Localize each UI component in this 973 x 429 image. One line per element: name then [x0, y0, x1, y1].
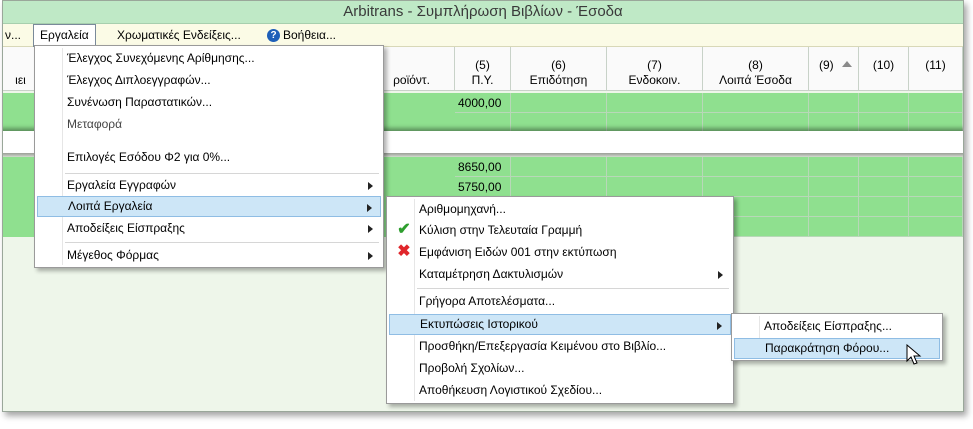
column-header[interactable]: (5) Π.Υ. [455, 47, 511, 91]
menu-item-history-prints[interactable]: Εκτυπώσεις Ιστορικού [389, 314, 731, 335]
menu-item-duplicate-check[interactable]: Έλεγχος Διπλοεγγραφών... [37, 70, 381, 91]
submenu-arrow-icon [718, 271, 723, 279]
window-title: Arbitrans - Συμπλήρωση Βιβλίων - Έσοδα [3, 1, 963, 24]
menu-item-other-tools[interactable]: Λοιπά Εργαλεία [37, 196, 381, 217]
menu-item-calculator[interactable]: Αριθμομηχανή... [389, 199, 731, 220]
column-header[interactable]: (9) [809, 47, 859, 91]
submenu-arrow-icon [368, 225, 373, 233]
menu-item-sequence-check[interactable]: Έλεγχος Συνεχόμενης Αρίθμησης... [37, 48, 381, 69]
cell-py[interactable]: 4000,00 [455, 93, 511, 113]
menu-item-receipt-history[interactable]: Αποδείξεις Είσπραξης... [734, 316, 940, 337]
tools-menu: Έλεγχος Συνεχόμενης Αρίθμησης... Έλεγχος… [34, 45, 384, 268]
menu-item-save-chart-of-accounts[interactable]: Αποθήκευση Λογιστικού Σχεδίου... [389, 380, 731, 401]
mouse-cursor-icon [906, 344, 922, 365]
menu-item-merge-documents[interactable]: Συνένωση Παραστατικών... [37, 92, 381, 113]
submenu-arrow-icon [368, 252, 373, 260]
menu-item-receipts[interactable]: Αποδείξεις Είσπραξης [37, 218, 381, 239]
menu-help[interactable]: ? Βοήθεια... [261, 24, 342, 46]
menu-item-record-tools[interactable]: Εργαλεία Εγγραφών [37, 175, 381, 196]
column-header[interactable]: (11) [909, 47, 963, 91]
checkmark-icon: ✔ [397, 221, 411, 238]
submenu-arrow-icon [367, 204, 372, 212]
menu-help-label: Βοήθεια... [283, 28, 336, 42]
menu-bar: ν... Εργαλεία Χρωματικές Ενδείξεις... ? Β… [3, 24, 963, 47]
column-header[interactable]: (10) [859, 47, 909, 91]
menu-item-f2-options[interactable]: Επιλογές Εσόδου Φ2 για 0%... [37, 147, 381, 168]
menu-tools[interactable]: Εργαλεία [33, 24, 96, 47]
menu-item-transfer[interactable]: Μεταφορά [37, 114, 381, 135]
submenu-arrow-icon [368, 182, 373, 190]
menu-item-show-items-001[interactable]: ✖ Εμφάνιση Ειδών 001 στην εκτύπωση [389, 242, 731, 263]
menu-item-book-text[interactable]: Προσθήκη/Επεξεργασία Κειμένου στο Βιβλίο… [389, 336, 731, 357]
column-header[interactable]: (8) Λοιπά Έσοδα [703, 47, 809, 91]
menu-item-quick-results[interactable]: Γρήγορα Αποτελέσματα... [389, 291, 731, 312]
other-tools-submenu: Αριθμομηχανή... ✔ Κύλιση στην Τελευταία Γ… [386, 196, 734, 404]
menu-item-fingerprint-count[interactable]: Καταμέτρηση Δακτυλισμών [389, 264, 731, 285]
cell-py[interactable]: 8650,00 [455, 157, 511, 177]
sort-ascending-icon [842, 61, 852, 67]
submenu-arrow-icon [717, 322, 722, 330]
menu-item-scroll-last-row[interactable]: ✔ Κύλιση στην Τελευταία Γραμμή [389, 220, 731, 241]
menu-item-view-comments[interactable]: Προβολή Σχολίων... [389, 358, 731, 379]
red-cross-icon: ✖ [397, 243, 411, 260]
menu-item-truncated[interactable]: ν... [3, 24, 27, 46]
menu-item-form-size[interactable]: Μέγεθος Φόρμας [37, 245, 381, 266]
column-header[interactable]: (6) Επιδότηση [511, 47, 607, 91]
cell-py[interactable]: 5750,00 [455, 177, 511, 197]
menu-colors[interactable]: Χρωματικές Ενδείξεις... [111, 24, 247, 46]
help-icon: ? [267, 29, 280, 43]
column-header[interactable]: (7) Ενδοκοιν. [607, 47, 703, 91]
